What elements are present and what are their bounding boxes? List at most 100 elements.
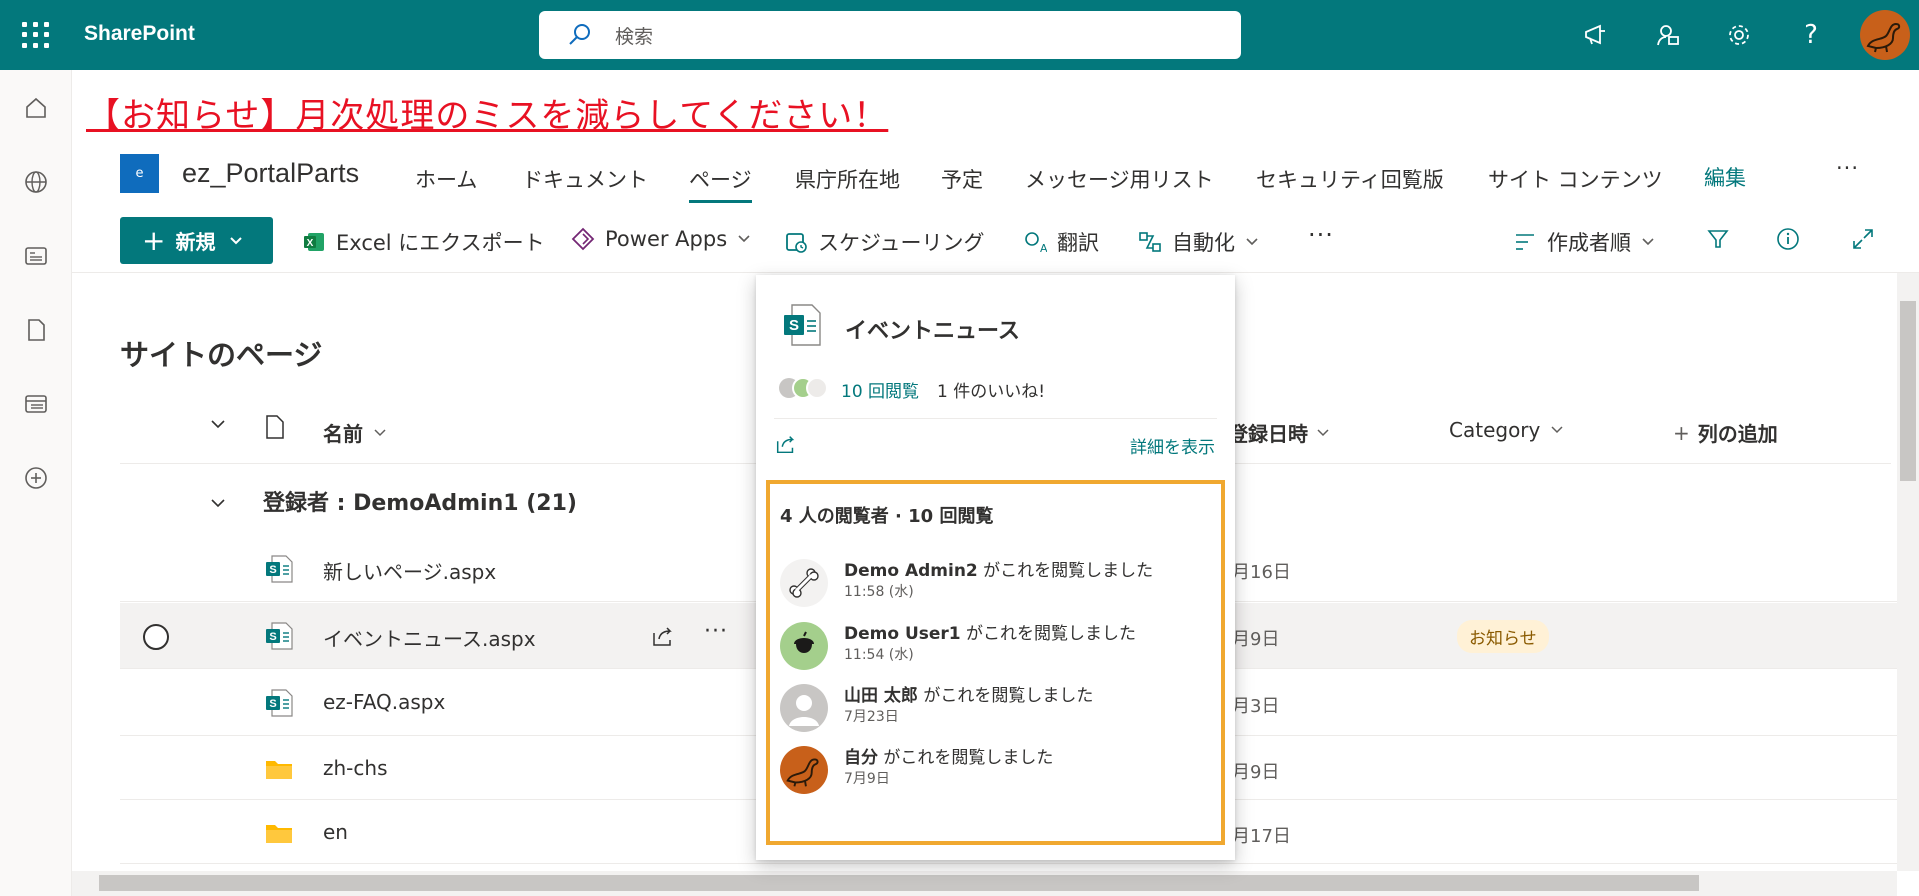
chevron-down-icon	[738, 235, 750, 243]
file-name[interactable]: イベントニュース.aspx	[323, 623, 536, 652]
viewer-name: 自分 がこれを閲覧しました	[844, 748, 1054, 768]
show-details-link[interactable]: 詳細を表示	[1130, 433, 1215, 458]
sort-button[interactable]: 作成者順	[1513, 227, 1665, 257]
file-name[interactable]: ez-FAQ.aspx	[323, 690, 445, 714]
viewer-name: 山田 太郎 がこれを閲覧しました	[844, 686, 1094, 706]
add-circle-icon[interactable]	[20, 462, 52, 494]
sort-lines-icon	[1516, 234, 1534, 250]
site-nav: ホーム ドキュメント ページ 県庁所在地 予定 メッセージ用リスト セキュリティ…	[0, 156, 1919, 204]
horizontal-scrollbar[interactable]	[72, 871, 1897, 896]
search-placeholder: 検索	[615, 25, 654, 48]
share-icon[interactable]	[650, 623, 676, 649]
more-commands-icon[interactable]: ···	[1308, 221, 1334, 249]
column-header-created[interactable]: 登録日時	[1228, 418, 1348, 447]
folder-name[interactable]: en	[323, 820, 348, 844]
nav-schedule[interactable]: 予定	[941, 164, 983, 194]
command-bar: + 新規 X Excel にエクスポート Power Apps スケジューリング…	[0, 213, 1919, 273]
nav-edit[interactable]: 編集	[1704, 162, 1746, 192]
sharepoint-page-icon: S	[266, 622, 293, 650]
vertical-scroll-thumb[interactable]	[1900, 301, 1916, 481]
announcement-icon[interactable]	[1578, 17, 1614, 53]
add-column-button[interactable]: + 列の追加	[1673, 418, 1778, 447]
column-header-category[interactable]: Category	[1449, 418, 1564, 442]
viewer-item[interactable]: Demo Admin2 がこれを閲覧しました 11:58 (水)	[780, 556, 1210, 614]
svg-text:S: S	[269, 698, 276, 710]
app-launcher-icon[interactable]	[20, 20, 50, 50]
nav-security-circular[interactable]: セキュリティ回覧版	[1256, 164, 1444, 194]
viewer-item[interactable]: Demo User1 がこれを閲覧しました 11:54 (水)	[780, 619, 1210, 677]
new-label: 新規	[175, 230, 216, 254]
person-placeholder-icon	[780, 684, 828, 732]
new-button[interactable]: + 新規	[120, 217, 273, 264]
nav-pages[interactable]: ページ	[689, 164, 752, 203]
add-column-label: 列の追加	[1697, 422, 1778, 446]
scheduling-button[interactable]: スケジューリング	[784, 227, 985, 257]
search-icon	[569, 24, 590, 45]
column-category-label: Category	[1449, 418, 1541, 442]
column-created-label: 登録日時	[1228, 422, 1308, 446]
filter-icon[interactable]	[1706, 227, 1740, 251]
group-collapse-icon[interactable]	[210, 494, 226, 513]
nav-message-list[interactable]: メッセージ用リスト	[1025, 164, 1214, 194]
nav-documents[interactable]: ドキュメント	[522, 164, 648, 194]
announcement-banner[interactable]: 【お知らせ】月次処理のミスを減らしてください！	[86, 88, 888, 137]
created-date: 月9日	[1232, 762, 1280, 783]
file-name[interactable]: 新しいページ.aspx	[323, 556, 496, 585]
scheduling-label: スケジューリング	[818, 231, 985, 255]
info-icon[interactable]	[1776, 227, 1810, 251]
viewer-item[interactable]: 自分 がこれを閲覧しました 7月9日	[780, 743, 1210, 801]
dinosaur-icon	[1866, 22, 1901, 53]
like-count: 1 件のいいね!	[937, 382, 1046, 402]
search-box[interactable]: 検索	[539, 11, 1241, 59]
command-bar-divider	[72, 272, 1919, 273]
user-avatar[interactable]	[1860, 10, 1910, 60]
view-count-link[interactable]: 10 回閲覧	[841, 377, 919, 402]
created-date: 月16日	[1232, 562, 1291, 583]
list-icon[interactable]	[20, 388, 52, 420]
group-header[interactable]: 登録者 : DemoAdmin1 (21)	[263, 485, 577, 517]
collapse-all-icon[interactable]	[210, 418, 226, 430]
automate-button[interactable]: 自動化	[1138, 227, 1269, 257]
excel-icon: X	[304, 233, 324, 251]
created-date: 月3日	[1232, 696, 1280, 717]
bone-icon	[780, 559, 828, 607]
chevron-down-icon	[1246, 238, 1258, 246]
calendar-clock-icon	[786, 233, 807, 253]
folder-name[interactable]: zh-chs	[323, 756, 387, 780]
vertical-scrollbar[interactable]	[1897, 273, 1919, 871]
expand-icon[interactable]	[1851, 227, 1885, 251]
app-name[interactable]: SharePoint	[84, 22, 195, 46]
power-apps-button[interactable]: Power Apps	[571, 227, 761, 251]
row-more-icon[interactable]: ···	[704, 619, 728, 644]
feedback-icon[interactable]	[1650, 17, 1686, 53]
file-icon[interactable]	[20, 314, 52, 346]
viewer-time: 7月23日	[844, 709, 899, 725]
home-icon[interactable]	[20, 92, 52, 124]
nav-prefecture[interactable]: 県庁所在地	[795, 164, 900, 194]
file-type-icon[interactable]	[264, 414, 286, 440]
nav-home[interactable]: ホーム	[415, 164, 477, 194]
sharepoint-page-icon: S	[784, 304, 821, 346]
viewers-panel: 4 人の閲覧者 · 10 回閲覧 Demo Admin2 がこれを閲覧しました …	[766, 480, 1225, 845]
suite-bar: SharePoint 検索 ?	[0, 0, 1919, 70]
nav-site-contents[interactable]: サイト コンテンツ	[1488, 164, 1663, 194]
flow-icon	[1139, 232, 1161, 252]
chevron-down-icon	[230, 236, 243, 244]
translate-button[interactable]: A 翻訳	[1023, 227, 1099, 257]
column-name-label: 名前	[323, 422, 363, 446]
help-icon[interactable]: ?	[1793, 17, 1829, 53]
dinosaur-icon	[780, 746, 828, 794]
svg-text:X: X	[307, 238, 314, 249]
share-icon[interactable]	[774, 432, 798, 456]
page-info-card: S イベントニュース 10 回閲覧 1 件のいいね! 詳細を表示 4 人の閲覧者…	[756, 275, 1235, 860]
column-header-name[interactable]: 名前	[323, 418, 387, 447]
viewer-time: 11:58 (水)	[844, 584, 914, 600]
viewer-item[interactable]: 山田 太郎 がこれを閲覧しました 7月23日	[780, 681, 1210, 739]
chevron-down-icon	[1551, 426, 1563, 434]
nav-more-icon[interactable]: ···	[1836, 156, 1859, 180]
svg-text:S: S	[789, 317, 799, 334]
row-select-radio[interactable]	[143, 624, 169, 650]
gear-icon[interactable]	[1721, 17, 1757, 53]
horizontal-scroll-thumb[interactable]	[99, 875, 1699, 891]
export-excel-button[interactable]: X Excel にエクスポート	[302, 227, 545, 257]
